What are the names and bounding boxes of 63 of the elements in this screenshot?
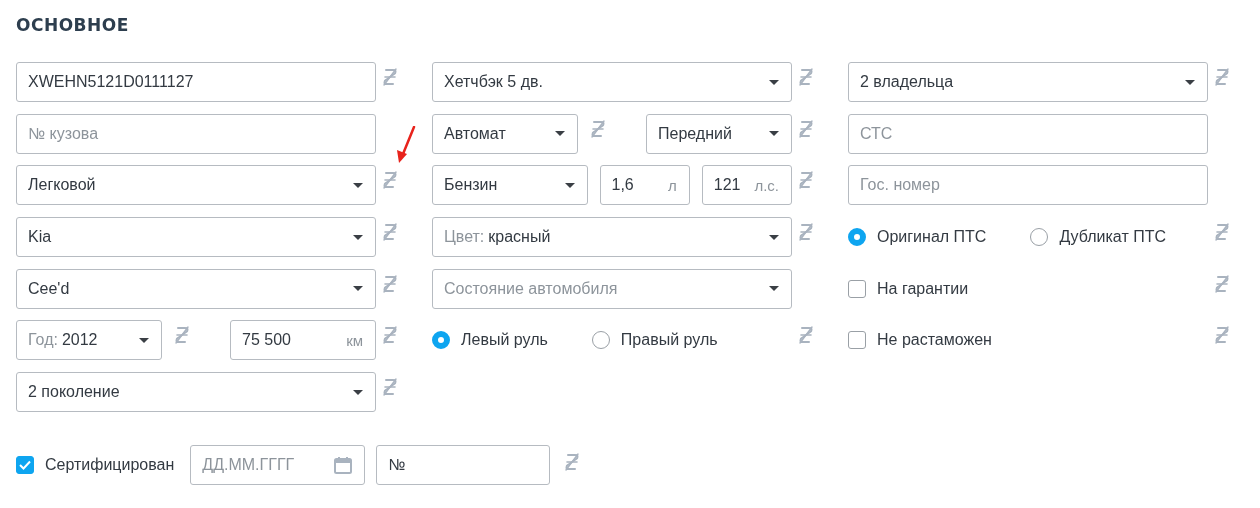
- dropdown[interactable]: Cee'd: [16, 268, 376, 309]
- caret-icon: [564, 182, 575, 188]
- unlink-icon[interactable]: [798, 223, 814, 242]
- checkbox-label: Сертифицирован: [45, 456, 175, 475]
- caret-icon: [139, 337, 149, 343]
- section-title: ОСНОВНОЕ: [16, 14, 130, 37]
- calendar-icon[interactable]: [334, 456, 353, 474]
- caret-icon: [353, 286, 363, 292]
- dropdown[interactable]: Бензин: [432, 165, 588, 206]
- dropdown[interactable]: Автомат: [432, 113, 578, 154]
- unlink-icon[interactable]: [1214, 68, 1230, 86]
- unlink-icon[interactable]: [564, 453, 581, 472]
- caret-icon: [353, 389, 363, 395]
- radio-button[interactable]: [432, 331, 450, 350]
- dropdown[interactable]: 2 поколение: [16, 372, 376, 413]
- caret-icon: [353, 234, 363, 240]
- caret-icon: [769, 234, 779, 240]
- dropdown[interactable]: 2 владельца: [848, 62, 1208, 102]
- dropdown[interactable]: Легковой: [16, 165, 376, 206]
- unlink-icon[interactable]: [590, 119, 606, 138]
- unlink-icon[interactable]: [798, 68, 814, 86]
- dropdown[interactable]: Передний: [646, 113, 792, 154]
- text-field[interactable]: XWEHN5121D0111127: [16, 62, 376, 102]
- caret-icon: [1185, 79, 1195, 85]
- unlink-icon[interactable]: [174, 326, 190, 345]
- radio-label: Левый руль: [461, 331, 548, 350]
- text-field[interactable]: №: [376, 445, 551, 486]
- unlink-icon[interactable]: [382, 274, 398, 293]
- radio-button[interactable]: [591, 331, 610, 350]
- unlink-icon[interactable]: [382, 68, 398, 86]
- dropdown[interactable]: Хетчбэк 5 дв.: [432, 62, 792, 102]
- unlink-icon[interactable]: [382, 326, 398, 345]
- unlink-icon[interactable]: [1214, 326, 1230, 345]
- annotation-arrow: [395, 126, 417, 164]
- radio-label: Дубликат ПТС: [1059, 228, 1166, 247]
- caret-icon: [769, 286, 779, 292]
- radio-button[interactable]: [1030, 228, 1049, 247]
- text-field[interactable]: 75 500 км: [230, 320, 376, 361]
- unlink-icon[interactable]: [1214, 223, 1230, 242]
- text-field[interactable]: 1,6 л: [599, 165, 690, 206]
- unlink-icon[interactable]: [382, 378, 398, 397]
- checkbox[interactable]: [848, 331, 866, 350]
- dropdown[interactable]: Цвет: красный: [432, 217, 792, 258]
- caret-icon: [769, 131, 779, 137]
- radio-button[interactable]: [848, 228, 866, 247]
- unlink-icon[interactable]: [798, 171, 814, 190]
- radio-label: Правый руль: [620, 331, 718, 350]
- checkbox[interactable]: [16, 456, 34, 475]
- dropdown[interactable]: Год: 2012: [16, 320, 162, 361]
- dropdown[interactable]: Kia: [16, 217, 376, 258]
- caret-icon: [555, 131, 565, 137]
- unlink-icon[interactable]: [1214, 274, 1230, 293]
- checkbox-label: На гарантии: [877, 279, 969, 298]
- radio-label: Оригинал ПТС: [877, 228, 987, 247]
- unlink-icon[interactable]: [798, 326, 814, 345]
- text-field[interactable]: 121 л.с.: [701, 165, 792, 206]
- caret-icon: [353, 182, 363, 188]
- checkbox[interactable]: [848, 279, 866, 298]
- unlink-icon[interactable]: [382, 171, 398, 190]
- unlink-icon[interactable]: [798, 119, 814, 138]
- checkbox-label: Не растаможен: [877, 331, 992, 350]
- caret-icon: [769, 79, 779, 85]
- unlink-icon[interactable]: [382, 223, 398, 242]
